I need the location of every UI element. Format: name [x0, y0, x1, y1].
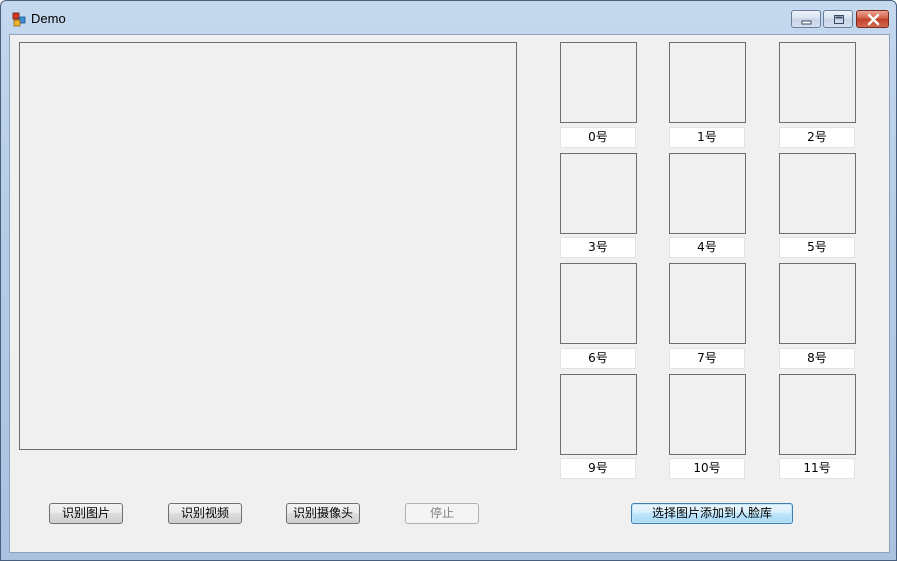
face-thumb-10 — [669, 374, 746, 455]
add-to-face-library-button[interactable]: 选择图片添加到人脸库 — [631, 503, 793, 524]
face-thumb-3 — [560, 153, 637, 234]
face-thumb-7 — [669, 263, 746, 344]
face-thumb-1 — [669, 42, 746, 123]
face-thumb-6 — [560, 263, 637, 344]
face-label-10[interactable]: 10号 — [669, 458, 745, 479]
face-thumb-11 — [779, 374, 856, 455]
app-window: Demo 0号 1号 2号 3号 4号 5号 6号 7号 8号 9号 10号 1… — [0, 0, 897, 561]
minimize-icon — [801, 20, 812, 25]
maximize-button[interactable] — [823, 10, 853, 28]
client-area: 0号 1号 2号 3号 4号 5号 6号 7号 8号 9号 10号 11号 识别… — [9, 34, 890, 553]
maximize-icon — [834, 15, 844, 24]
face-label-2[interactable]: 2号 — [779, 127, 855, 148]
face-label-6[interactable]: 6号 — [560, 348, 636, 369]
recognize-camera-button[interactable]: 识别摄像头 — [286, 503, 360, 524]
stop-button[interactable]: 停止 — [405, 503, 479, 524]
app-blocks-icon[interactable] — [11, 11, 27, 27]
title-bar[interactable]: Demo — [1, 1, 896, 35]
recognize-video-button[interactable]: 识别视频 — [168, 503, 242, 524]
face-label-11[interactable]: 11号 — [779, 458, 855, 479]
face-thumb-4 — [669, 153, 746, 234]
face-thumb-2 — [779, 42, 856, 123]
close-icon — [867, 13, 880, 26]
face-thumb-8 — [779, 263, 856, 344]
face-label-8[interactable]: 8号 — [779, 348, 855, 369]
face-label-9[interactable]: 9号 — [560, 458, 636, 479]
recognize-image-button[interactable]: 识别图片 — [49, 503, 123, 524]
face-label-7[interactable]: 7号 — [669, 348, 745, 369]
face-label-1[interactable]: 1号 — [669, 127, 745, 148]
face-thumb-0 — [560, 42, 637, 123]
main-picture-box — [19, 42, 517, 450]
close-button[interactable] — [856, 10, 889, 28]
face-label-3[interactable]: 3号 — [560, 237, 636, 258]
face-label-0[interactable]: 0号 — [560, 127, 636, 148]
face-thumb-5 — [779, 153, 856, 234]
face-label-4[interactable]: 4号 — [669, 237, 745, 258]
face-thumb-9 — [560, 374, 637, 455]
face-label-5[interactable]: 5号 — [779, 237, 855, 258]
window-title: Demo — [31, 11, 66, 26]
minimize-button[interactable] — [791, 10, 821, 28]
